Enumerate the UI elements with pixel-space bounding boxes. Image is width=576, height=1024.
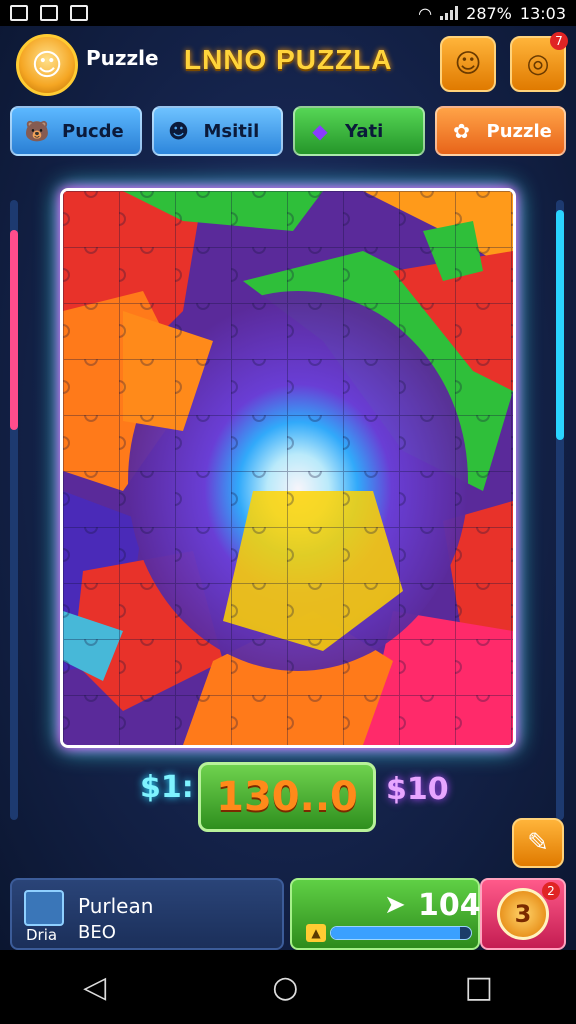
score-display: 130..0 [198, 762, 376, 832]
fox-icon: ✿ [453, 119, 470, 143]
coin-symbol: 3 [514, 900, 532, 928]
header: ☺ Puzzle LNNO PUZZLA ☺ ◎ 7 [8, 30, 568, 100]
right-scroll-thumb[interactable] [556, 210, 564, 440]
edit-button[interactable]: ✎ [512, 818, 564, 868]
notification-badge: 7 [550, 32, 568, 50]
panel-value: BEO [78, 922, 116, 943]
recent-apps-icon[interactable]: □ [465, 970, 493, 1005]
score-right-label: $10 [386, 772, 449, 807]
progress-bar [330, 926, 472, 940]
tab-yati[interactable]: ◆ Yati [293, 106, 425, 156]
collection-panel[interactable]: Purlean Dria BEO [10, 878, 284, 950]
bear-icon: 🐻 [24, 119, 50, 143]
panel-subtitle: Dria [26, 926, 58, 944]
pieces-panel[interactable]: ▲ ➤ 104 [290, 878, 481, 950]
coin-icon: 3 [497, 888, 549, 940]
back-icon[interactable]: ◁ [83, 970, 106, 1005]
level-tag-icon: ▲ [306, 924, 326, 942]
girl-icon: ☻ [168, 119, 189, 143]
avatar[interactable]: ☺ [16, 34, 78, 96]
puzzle-image [63, 191, 513, 745]
player-name: Puzzle [86, 46, 159, 70]
cartoon-kid-icon: ☺ [31, 47, 63, 83]
gallery-notification-icon [70, 5, 88, 21]
puzzle-board[interactable] [60, 188, 516, 748]
tab-puzzle[interactable]: ✿ Puzzle [434, 106, 566, 156]
home-icon[interactable]: ○ [272, 970, 298, 1005]
gem-icon: ◆ [312, 119, 328, 143]
wifi-icon: ◠ [418, 3, 433, 23]
reward-badge: 2 [542, 882, 560, 900]
tab-label: Yati [345, 120, 384, 142]
right-scrollbar[interactable] [556, 200, 564, 820]
signal-icon [440, 6, 459, 20]
coin-icon: ◎ [526, 49, 550, 79]
progress-fill [331, 927, 460, 939]
image-notification-icon [10, 5, 28, 21]
score-value: 130..0 [216, 774, 358, 820]
owl-button[interactable]: ☺ [440, 36, 496, 92]
sync-notification-icon [40, 5, 58, 21]
category-tabs: 🐻 Pucde ☻ Msitil ◆ Yati ✿ Puzzle [10, 106, 566, 156]
tab-label: Puzzle [486, 120, 552, 142]
pencil-icon: ✎ [527, 828, 549, 858]
game-title: LNNO PUZZLA [184, 44, 393, 75]
battery-text: 287% [466, 3, 512, 23]
coin-button[interactable]: ◎ 7 [510, 32, 568, 92]
coin-reward-button[interactable]: 3 2 [480, 878, 566, 950]
left-scrollbar[interactable] [10, 200, 18, 820]
tab-msitil[interactable]: ☻ Msitil [151, 106, 283, 156]
clock: 13:03 [519, 3, 566, 23]
panel-title: Purlean [78, 894, 154, 918]
piece-icon: ➤ [384, 890, 406, 920]
owl-icon: ☺ [454, 49, 482, 79]
navigation-bar: ◁ ○ □ [0, 950, 576, 1024]
pieces-count: 104 [418, 888, 481, 923]
box-icon [24, 890, 64, 926]
tab-label: Msitil [203, 120, 260, 142]
status-bar: ◠ 287% 13:03 [0, 0, 576, 26]
score-left-label: $1: [140, 770, 194, 805]
tab-label: Pucde [62, 120, 124, 142]
left-scroll-thumb[interactable] [10, 230, 18, 430]
tab-pucde[interactable]: 🐻 Pucde [10, 106, 142, 156]
